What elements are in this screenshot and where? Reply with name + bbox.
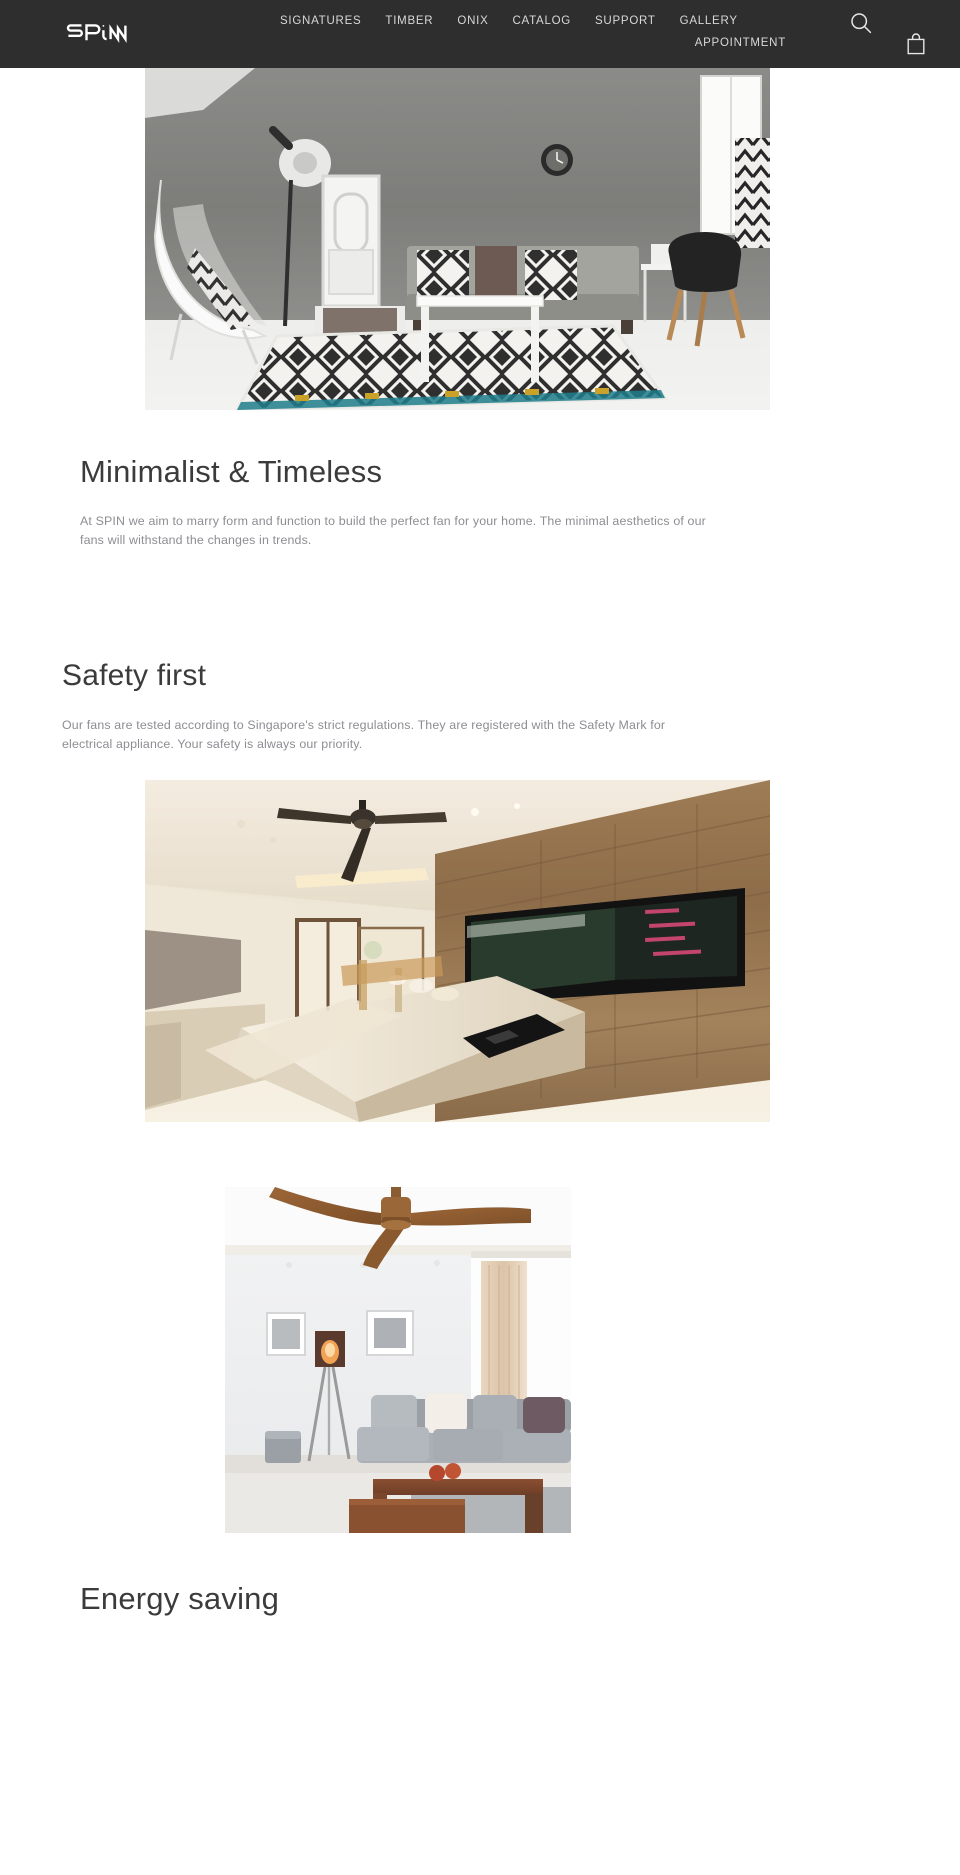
page-content: Minimalist & Timeless At SPIN we aim to … xyxy=(0,68,960,1627)
main-navigation: SIGNATURES TIMBER ONIX CATALOG SUPPORT G… xyxy=(280,0,810,68)
nav-row-secondary: APPOINTMENT xyxy=(280,37,810,50)
nav-signatures[interactable]: SIGNATURES xyxy=(280,15,361,28)
section-energy: Energy saving xyxy=(0,1187,960,1617)
nav-support[interactable]: SUPPORT xyxy=(595,15,656,28)
search-icon[interactable] xyxy=(849,11,873,35)
kitchen-fan-image xyxy=(145,780,770,1122)
fan-living-room-illustration xyxy=(225,1187,571,1533)
nav-onix[interactable]: ONIX xyxy=(457,15,488,28)
spin-logotype-icon xyxy=(66,24,127,44)
safety-text-block: Safety first Our fans are tested accordi… xyxy=(0,658,960,754)
section-safety: Safety first Our fans are tested accordi… xyxy=(0,658,960,1122)
shopping-bag-icon[interactable] xyxy=(905,32,927,56)
living-room-illustration xyxy=(145,68,770,410)
minimalist-paragraph: At SPIN we aim to marry form and functio… xyxy=(80,514,706,547)
brand-logo[interactable] xyxy=(66,18,128,48)
energy-living-room-image xyxy=(225,1187,571,1533)
section-minimalist: Minimalist & Timeless At SPIN we aim to … xyxy=(0,68,960,550)
energy-image-wrap xyxy=(0,1187,960,1533)
minimalist-heading: Minimalist & Timeless xyxy=(80,454,383,489)
minimalist-text-block: Minimalist & Timeless At SPIN we aim to … xyxy=(0,454,960,550)
site-header: SIGNATURES TIMBER ONIX CATALOG SUPPORT G… xyxy=(0,0,960,68)
safety-heading: Safety first xyxy=(62,659,207,692)
header-icon-group xyxy=(810,0,960,68)
energy-heading: Energy saving xyxy=(80,1581,280,1616)
nav-timber[interactable]: TIMBER xyxy=(385,15,433,28)
nav-row-primary: SIGNATURES TIMBER ONIX CATALOG SUPPORT G… xyxy=(280,15,810,28)
kitchen-illustration xyxy=(145,780,770,1122)
nav-catalog[interactable]: CATALOG xyxy=(513,15,572,28)
safety-paragraph: Our fans are tested according to Singapo… xyxy=(62,718,666,751)
safety-image-wrap xyxy=(0,780,960,1122)
bottom-spacer xyxy=(0,1617,960,1627)
nav-gallery[interactable]: GALLERY xyxy=(680,15,738,28)
nav-appointment[interactable]: APPOINTMENT xyxy=(695,37,786,50)
hero-living-room-image xyxy=(145,68,770,410)
